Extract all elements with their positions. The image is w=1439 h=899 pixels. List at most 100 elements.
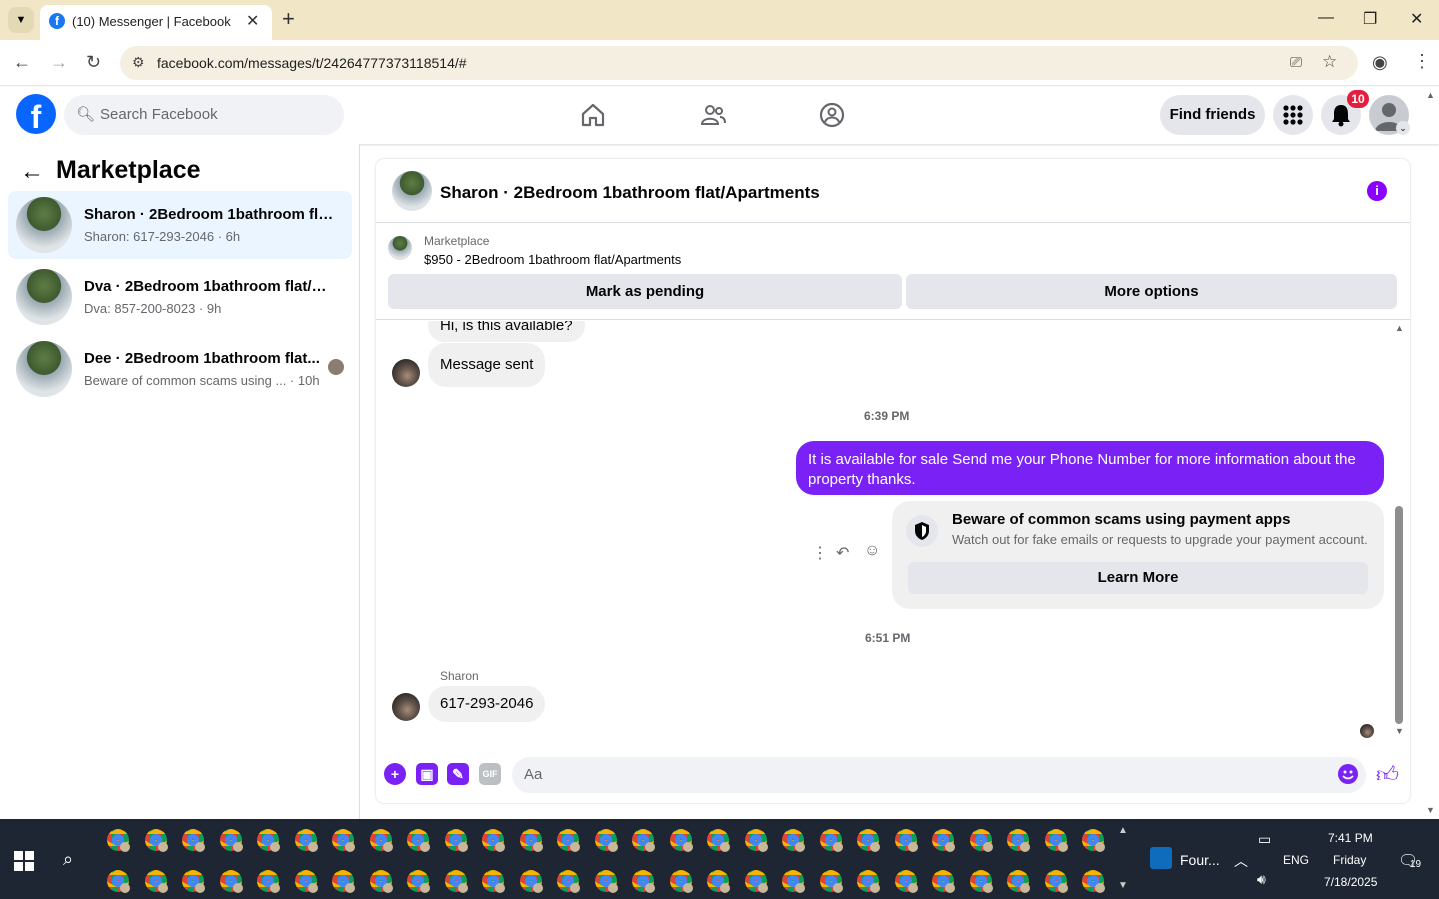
chrome-profile-icon[interactable] [107, 829, 130, 852]
scrollbar-thumb[interactable] [1395, 506, 1403, 724]
outlook-label[interactable]: Four... [1180, 852, 1220, 868]
chrome-profile-icon[interactable] [444, 870, 468, 893]
bookmark-star-icon[interactable]: ☆ [1322, 52, 1337, 72]
listing-thumbnail[interactable] [388, 236, 412, 260]
chrome-profile-icon[interactable] [782, 829, 805, 852]
chrome-profile-icon[interactable] [219, 829, 243, 852]
chrome-profile-icon[interactable] [369, 829, 393, 852]
clock-time[interactable]: 7:41 PM [1328, 831, 1373, 845]
chrome-profile-icon[interactable] [332, 829, 355, 852]
chrome-profile-icon[interactable] [744, 870, 768, 893]
new-tab-icon[interactable]: + [282, 6, 295, 32]
more-icon[interactable]: ⋮ [812, 543, 828, 563]
chrome-profile-icon[interactable] [744, 829, 768, 852]
chevron-down-icon[interactable]: ⌄ [1396, 121, 1410, 135]
taskbar-search-icon[interactable]: ⌕ [63, 849, 73, 870]
chrome-profile-icon[interactable] [857, 870, 880, 893]
friends-icon[interactable] [699, 101, 727, 129]
chrome-profile-icon[interactable] [294, 870, 318, 893]
chrome-profile-icon[interactable] [407, 829, 430, 852]
back-icon[interactable]: ← [13, 52, 31, 73]
listing-price[interactable]: $950 - 2Bedroom 1bathroom flat/Apartment… [424, 252, 681, 267]
more-options-button[interactable]: More options [906, 274, 1397, 309]
find-friends-button[interactable]: Find friends [1160, 95, 1265, 135]
sticker-icon[interactable]: ✎ [447, 763, 469, 785]
chrome-profile-icon[interactable] [107, 870, 130, 893]
site-info-icon[interactable]: ⚙ [132, 54, 145, 71]
react-emoji-icon[interactable]: ☺ [864, 542, 880, 560]
scroll-up-icon[interactable]: ▲ [1395, 323, 1404, 333]
conversation-item[interactable]: Sharon · 2Bedroom 1bathroom flat... Shar… [8, 191, 352, 259]
chrome-profile-icon[interactable] [482, 829, 505, 852]
chrome-profile-icon[interactable] [1082, 829, 1105, 852]
taskbar-scroll-up-icon[interactable]: ▲ [1118, 825, 1132, 836]
chrome-profile-icon[interactable] [894, 870, 918, 893]
profile-icon[interactable]: ◉ [1372, 52, 1388, 73]
chrome-profile-icon[interactable] [407, 870, 430, 893]
chrome-profile-icon[interactable] [144, 829, 168, 852]
chrome-profile-icon[interactable] [932, 829, 955, 852]
chrome-profile-icon[interactable] [707, 829, 730, 852]
chrome-profile-icon[interactable] [482, 870, 505, 893]
page-scroll-down-icon[interactable]: ▼ [1426, 805, 1435, 815]
taskbar-scroll[interactable]: ▲ ▼ [1118, 825, 1132, 893]
minimize-icon[interactable]: — [1318, 9, 1334, 27]
chrome-profile-icon[interactable] [932, 870, 955, 893]
install-app-icon[interactable]: ⎚ [1290, 54, 1302, 71]
chrome-profile-icon[interactable] [519, 870, 543, 893]
chrome-profile-icon[interactable] [632, 870, 655, 893]
chrome-profile-icon[interactable] [257, 829, 280, 852]
chrome-profile-icon[interactable] [444, 829, 468, 852]
chrome-profile-icon[interactable] [819, 870, 843, 893]
photo-icon[interactable]: ▣ [416, 763, 438, 785]
url-text[interactable]: facebook.com/messages/t/2426477737311851… [157, 55, 467, 71]
clock-date[interactable]: 7/18/2025 [1324, 875, 1377, 889]
listing-thumbnail[interactable] [392, 171, 432, 211]
chrome-profile-icon[interactable] [1007, 829, 1030, 852]
chrome-profile-icon[interactable] [182, 829, 205, 852]
chrome-profile-icon[interactable] [594, 829, 618, 852]
chrome-profile-icon[interactable] [1082, 870, 1105, 893]
close-tab-icon[interactable]: ✕ [246, 11, 259, 31]
conversation-item[interactable]: Dva · 2Bedroom 1bathroom flat/A... Dva: … [8, 263, 352, 331]
chrome-profile-icon[interactable] [969, 829, 993, 852]
chrome-profile-icon[interactable] [819, 829, 843, 852]
chrome-profile-icon[interactable] [182, 870, 205, 893]
browser-tab[interactable]: f (10) Messenger | Facebook ✕ [40, 5, 272, 40]
omnibox[interactable]: ⚙ facebook.com/messages/t/24264777373118… [120, 46, 1358, 80]
tray-chevron-up-icon[interactable]: ︿ [1234, 851, 1248, 871]
info-icon[interactable]: i [1367, 181, 1387, 201]
facebook-search-input[interactable]: 🔍︎ Search Facebook [64, 95, 344, 135]
chrome-profile-icon[interactable] [144, 870, 168, 893]
chrome-profile-icon[interactable] [969, 870, 993, 893]
chrome-profile-icon[interactable] [782, 870, 805, 893]
reply-icon[interactable]: ↶ [836, 543, 849, 563]
chrome-profile-icon[interactable] [369, 870, 393, 893]
forward-icon[interactable]: → [50, 52, 68, 73]
chrome-profile-icon[interactable] [669, 829, 693, 852]
chrome-profile-icon[interactable] [894, 829, 918, 852]
windows-start-icon[interactable] [14, 851, 34, 871]
chrome-profile-icon[interactable] [632, 829, 655, 852]
chrome-profile-icon[interactable] [294, 829, 318, 852]
chrome-profile-icon[interactable] [1044, 829, 1068, 852]
restore-icon[interactable]: ❐ [1363, 9, 1377, 29]
chrome-profile-icon[interactable] [707, 870, 730, 893]
chrome-profile-icon[interactable] [1007, 870, 1030, 893]
chrome-profile-icon[interactable] [857, 829, 880, 852]
taskbar-scroll-down-icon[interactable]: ▼ [1118, 880, 1132, 891]
chrome-profile-icon[interactable] [519, 829, 543, 852]
plus-icon[interactable]: + [384, 763, 406, 785]
mark-as-pending-button[interactable]: Mark as pending [388, 274, 902, 309]
clock-day[interactable]: Friday [1333, 853, 1366, 867]
chrome-profile-icon[interactable] [594, 870, 618, 893]
reload-icon[interactable]: ↻ [86, 52, 101, 73]
home-icon[interactable] [579, 101, 607, 129]
conversation-item[interactable]: Dee · 2Bedroom 1bathroom flat... Beware … [8, 335, 352, 403]
volume-icon[interactable]: 🔊︎ [1257, 871, 1266, 888]
close-window-icon[interactable]: ✕ [1410, 9, 1423, 29]
groups-icon[interactable] [818, 101, 846, 129]
chrome-profile-icon[interactable] [1044, 870, 1068, 893]
tab-search-icon[interactable]: ▼ [8, 7, 34, 33]
chrome-profile-icon[interactable] [257, 870, 280, 893]
